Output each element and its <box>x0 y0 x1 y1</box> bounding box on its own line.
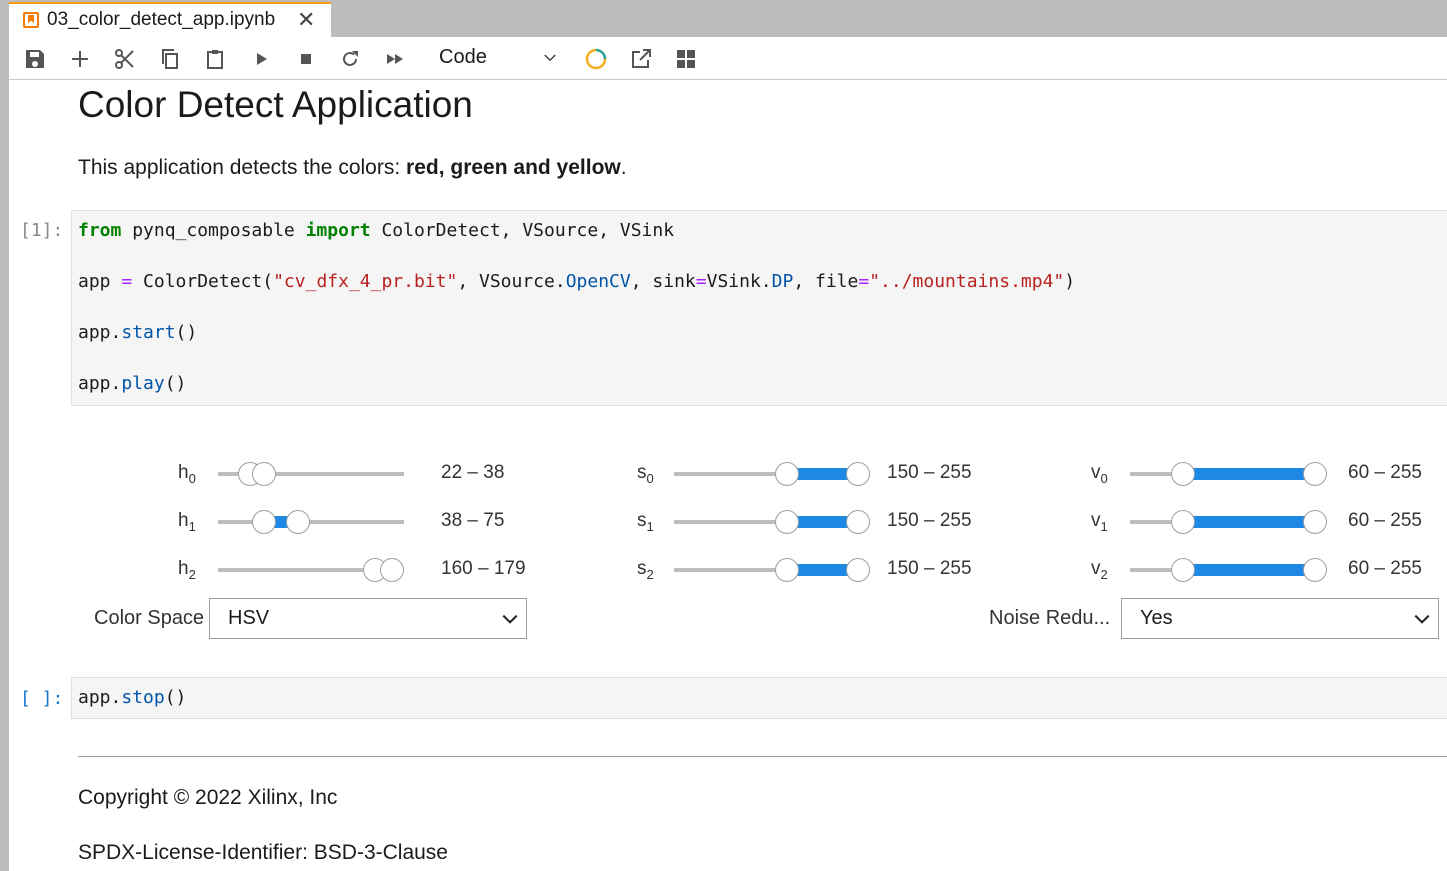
slider-label-v2: v2 <box>1091 558 1108 582</box>
slider-label-h1: h1 <box>178 510 196 534</box>
dashboard-icon[interactable] <box>674 47 698 71</box>
cell-type-select[interactable]: Code <box>439 46 487 69</box>
code-line: app = ColorDetect("cv_dfx_4_pr.bit", VSo… <box>78 271 1076 292</box>
slider-handle-low-v2[interactable] <box>1170 558 1195 582</box>
tab-title: 03_color_detect_app.ipynb <box>47 9 276 30</box>
add-cell-icon[interactable] <box>68 47 92 71</box>
slider-value-v1: 60 – 255 <box>1348 510 1422 531</box>
slider-label-s0: s0 <box>637 462 654 486</box>
slider-handle-high-v2[interactable] <box>1303 558 1327 582</box>
slider-handle-high-h1[interactable] <box>285 510 310 534</box>
slider-range-v1 <box>1182 516 1315 528</box>
open-external-icon[interactable] <box>629 47 653 71</box>
slider-handle-low-h1[interactable] <box>252 510 277 534</box>
cut-icon[interactable] <box>113 47 137 71</box>
notebook-toolbar: Code <box>9 37 1447 80</box>
slider-range-v0 <box>1182 468 1315 480</box>
stop-icon[interactable] <box>294 47 318 71</box>
slider-label-v1: v1 <box>1091 510 1108 534</box>
paste-icon[interactable] <box>203 47 227 71</box>
slider-handle-high-s1[interactable] <box>846 510 870 534</box>
save-icon[interactable] <box>23 47 47 71</box>
notebook-tab[interactable]: 03_color_detect_app.ipynb ✕ <box>9 2 331 37</box>
slider-handle-low-s0[interactable] <box>775 462 800 486</box>
chevron-down-icon <box>1412 609 1432 629</box>
intro-text: This application detects the colors: red… <box>78 156 627 179</box>
noise-reduction-dropdown[interactable]: Yes <box>1121 598 1439 639</box>
slider-value-h2: 160 – 179 <box>441 558 526 579</box>
code-cell[interactable]: app.stop() <box>71 677 1447 719</box>
code-line: app.play() <box>78 373 187 394</box>
close-tab-button[interactable]: ✕ <box>297 7 315 33</box>
run-icon[interactable] <box>249 47 273 71</box>
slider-label-h0: h0 <box>178 462 196 486</box>
code-line: from pynq_composable import ColorDetect,… <box>78 220 675 241</box>
notebook-icon <box>23 12 39 28</box>
slider-track-h1[interactable] <box>218 520 404 524</box>
color-space-label: Color Space <box>94 607 205 629</box>
slider-label-v0: v0 <box>1091 462 1108 486</box>
divider <box>78 756 1447 757</box>
code-line: app.start() <box>78 322 198 343</box>
slider-label-s2: s2 <box>637 558 654 582</box>
noise-reduction-label: Noise Redu... <box>989 607 1111 629</box>
slider-handle-low-s2[interactable] <box>775 558 800 582</box>
slider-value-h1: 38 – 75 <box>441 510 505 531</box>
slider-value-v2: 60 – 255 <box>1348 558 1422 579</box>
code-cell[interactable]: from pynq_composable import ColorDetect,… <box>71 210 1447 406</box>
slider-value-s0: 150 – 255 <box>887 462 972 483</box>
code-line: app.stop() <box>78 687 187 708</box>
page-title: Color Detect Application <box>78 84 473 125</box>
chevron-down-icon[interactable] <box>541 49 559 67</box>
color-space-value: HSV <box>228 607 270 629</box>
noise-reduction-value: Yes <box>1140 607 1173 629</box>
slider-value-v0: 60 – 255 <box>1348 462 1422 483</box>
fast-forward-icon[interactable] <box>383 47 407 71</box>
copy-icon[interactable] <box>158 47 182 71</box>
slider-value-s2: 150 – 255 <box>887 558 972 579</box>
slider-value-s1: 150 – 255 <box>887 510 972 531</box>
tab-bar: 03_color_detect_app.ipynb ✕ <box>0 0 1447 37</box>
copyright-text: Copyright © 2022 Xilinx, Inc <box>78 786 338 809</box>
cell-prompt: [1]: <box>20 220 64 241</box>
slider-handle-low-s1[interactable] <box>775 510 800 534</box>
slider-handle-high-h2[interactable] <box>380 558 404 582</box>
color-list: red, green and yellow <box>406 156 621 179</box>
slider-value-h0: 22 – 38 <box>441 462 505 483</box>
slider-label-h2: h2 <box>178 558 196 582</box>
slider-handle-high-s2[interactable] <box>846 558 870 582</box>
slider-handle-high-v1[interactable] <box>1303 510 1327 534</box>
slider-handle-low-v1[interactable] <box>1170 510 1195 534</box>
slider-label-s1: s1 <box>637 510 654 534</box>
slider-handle-low-v0[interactable] <box>1170 462 1195 486</box>
restart-icon[interactable] <box>338 47 362 71</box>
color-space-dropdown[interactable]: HSV <box>209 598 527 639</box>
slider-handle-high-h0[interactable] <box>252 462 277 486</box>
chevron-down-icon <box>500 609 520 629</box>
slider-handle-high-s0[interactable] <box>846 462 870 486</box>
kernel-status-icon <box>584 47 608 71</box>
slider-range-v2 <box>1182 564 1315 576</box>
left-panel-edge <box>0 37 9 871</box>
slider-handle-high-v0[interactable] <box>1303 462 1327 486</box>
cell-prompt: [ ]: <box>20 688 64 709</box>
license-text: SPDX-License-Identifier: BSD-3-Clause <box>78 841 448 864</box>
